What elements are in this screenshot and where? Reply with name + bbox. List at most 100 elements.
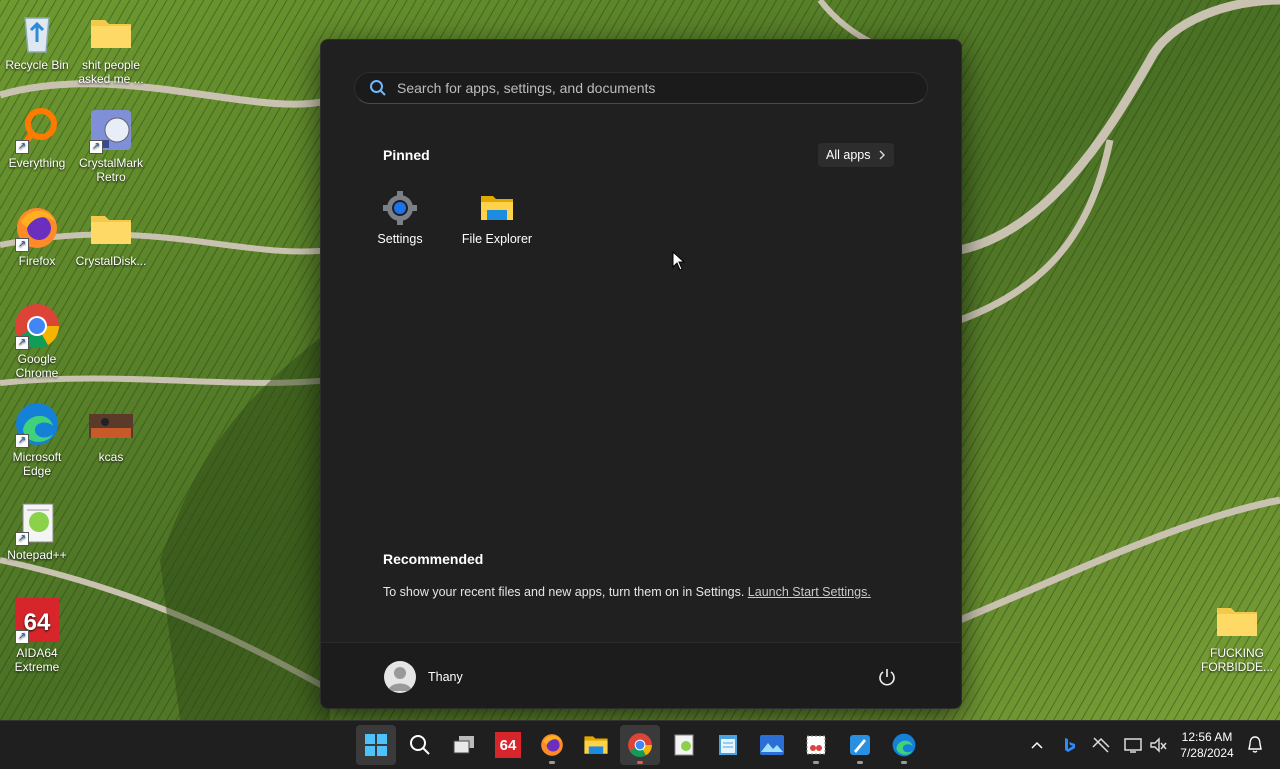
search-input[interactable]	[395, 79, 927, 97]
all-apps-label: All apps	[826, 148, 871, 162]
taskbar-app-notepad[interactable]	[708, 725, 748, 765]
taskbar-app-edge[interactable]	[884, 725, 924, 765]
chrome-icon	[628, 733, 652, 757]
taskbar-app-firefox[interactable]	[532, 725, 572, 765]
recommended-message: To show your recent files and new apps, …	[383, 585, 871, 599]
display-icon[interactable]	[1123, 735, 1143, 755]
desktop-icon-label: FUCKING FORBIDDE...	[1200, 646, 1273, 674]
taskbar: 64 12:56 AM 7/28/2024	[0, 720, 1280, 769]
search-icon	[410, 735, 430, 755]
bing-icon[interactable]	[1059, 735, 1079, 755]
mouse-cursor-icon	[672, 251, 686, 271]
taskbar-app-chrome[interactable]	[620, 725, 660, 765]
settings-gear-icon	[382, 190, 418, 226]
folder-icon	[87, 204, 135, 252]
shortcut-arrow-icon: ↗	[15, 140, 29, 154]
clock-date: 7/28/2024	[1180, 746, 1234, 760]
shortcut-arrow-icon: ↗	[89, 140, 103, 154]
desktop-icon-label: Firefox	[18, 254, 56, 268]
desktop-icon-folder-forbidden[interactable]: FUCKING FORBIDDE...	[1200, 596, 1274, 674]
desktop-icon-chrome[interactable]: ↗ Google Chrome	[0, 302, 74, 380]
firefox-icon: ↗	[13, 204, 61, 252]
shortcut-arrow-icon: ↗	[15, 434, 29, 448]
aida64-taskbar-text: 64	[499, 736, 517, 754]
desktop-icon-label: Google Chrome	[15, 352, 59, 380]
desktop-icon-label: shit people asked me ...	[78, 58, 144, 86]
chevron-up-icon[interactable]	[1027, 735, 1047, 755]
shortcut-arrow-icon: ↗	[15, 630, 29, 644]
pinned-app-file-explorer[interactable]: File Explorer	[449, 190, 545, 246]
chevron-right-icon	[879, 150, 886, 160]
notepad-icon	[719, 735, 737, 755]
desktop-icon-aida64[interactable]: 64 ↗ AIDA64 Extreme	[0, 596, 74, 674]
start-menu: Pinned All apps Settings File Explorer R…	[320, 39, 962, 709]
all-apps-button[interactable]: All apps	[818, 143, 895, 167]
recommended-heading: Recommended	[383, 551, 484, 567]
pinned-app-settings[interactable]: Settings	[352, 190, 448, 246]
power-icon[interactable]	[877, 667, 897, 687]
taskbar-app-file-explorer[interactable]	[576, 725, 616, 765]
system-clock[interactable]: 12:56 AM 7/28/2024	[1176, 729, 1238, 761]
desktop-icon-edge[interactable]: ↗ Microsoft Edge	[0, 400, 74, 478]
search-icon	[370, 80, 386, 96]
desktop-icon-label: AIDA64 Extreme	[14, 646, 60, 674]
notepadpp-icon	[674, 734, 694, 756]
task-view-icon	[453, 736, 474, 754]
desktop-icon-recycle-bin[interactable]: Recycle Bin	[0, 8, 74, 72]
desktop-icon-folder-crystaldisk[interactable]: CrystalDisk...	[74, 204, 148, 268]
taskbar-app-notepadpp[interactable]	[664, 725, 704, 765]
desktop-icon-kcas[interactable]: kcas	[74, 400, 148, 464]
desktop-icon-crystalmark[interactable]: ↗ CrystalMark Retro	[74, 106, 148, 184]
desktop-icon-label: Recycle Bin	[5, 58, 69, 72]
notification-bell-icon[interactable]	[1245, 735, 1265, 755]
shortcut-arrow-icon: ↗	[15, 238, 29, 252]
running-indicator	[901, 761, 907, 764]
pinned-app-label: File Explorer	[461, 232, 533, 246]
chrome-icon: ↗	[13, 302, 61, 350]
user-avatar[interactable]	[384, 661, 416, 693]
desktop-icon-label: CrystalMark Retro	[78, 156, 143, 184]
speaker-muted-icon[interactable]	[1148, 735, 1168, 755]
shortcut-arrow-icon: ↗	[15, 532, 29, 546]
start-windows-icon	[365, 734, 387, 756]
running-indicator	[637, 761, 643, 764]
desktop-icon-label: Everything	[8, 156, 66, 170]
image-thumbnail-icon	[87, 400, 135, 448]
recommended-text: To show your recent files and new apps, …	[383, 585, 745, 599]
shortcut-arrow-icon: ↗	[15, 336, 29, 350]
user-icon	[388, 667, 412, 691]
desktop-icon-label: kcas	[98, 450, 124, 464]
edge-icon: ↗	[13, 400, 61, 448]
taskbar-app-paint[interactable]	[840, 725, 880, 765]
running-indicator	[813, 761, 819, 764]
photos-icon	[760, 735, 784, 755]
notepadpp-icon: ↗	[13, 498, 61, 546]
task-view-button[interactable]	[444, 725, 484, 765]
start-button[interactable]	[356, 725, 396, 765]
desktop-icon-notepadpp[interactable]: ↗ Notepad++	[0, 498, 74, 562]
desktop-icon-everything[interactable]: ↗ Everything	[0, 106, 74, 170]
taskbar-app-aida64[interactable]: 64	[488, 725, 528, 765]
file-explorer-icon	[584, 736, 608, 754]
running-indicator	[549, 761, 555, 764]
clock-time: 12:56 AM	[1181, 730, 1233, 744]
start-footer: Thany	[321, 642, 961, 708]
crystalmark-icon: ↗	[87, 106, 135, 154]
user-name[interactable]: Thany	[428, 670, 463, 684]
recycle-bin-icon	[13, 8, 61, 56]
firefox-icon	[541, 734, 563, 756]
start-search-box[interactable]	[354, 72, 928, 104]
taskbar-app-snipping-tool[interactable]	[796, 725, 836, 765]
launch-start-settings-link[interactable]: Launch Start Settings.	[748, 585, 871, 599]
taskbar-app-photos[interactable]	[752, 725, 792, 765]
snipping-tool-icon	[806, 735, 826, 755]
pinned-heading: Pinned	[383, 147, 430, 163]
desktop-icon-firefox[interactable]: ↗ Firefox	[0, 204, 74, 268]
desktop-icon-label: Notepad++	[7, 548, 67, 562]
network-off-icon[interactable]	[1091, 735, 1111, 755]
taskbar-search-button[interactable]	[400, 725, 440, 765]
desktop-icon-folder-shit-people[interactable]: shit people asked me ...	[74, 8, 148, 86]
folder-icon	[87, 8, 135, 56]
pinned-app-label: Settings	[377, 232, 423, 246]
aida64-icon: 64 ↗	[13, 596, 61, 644]
